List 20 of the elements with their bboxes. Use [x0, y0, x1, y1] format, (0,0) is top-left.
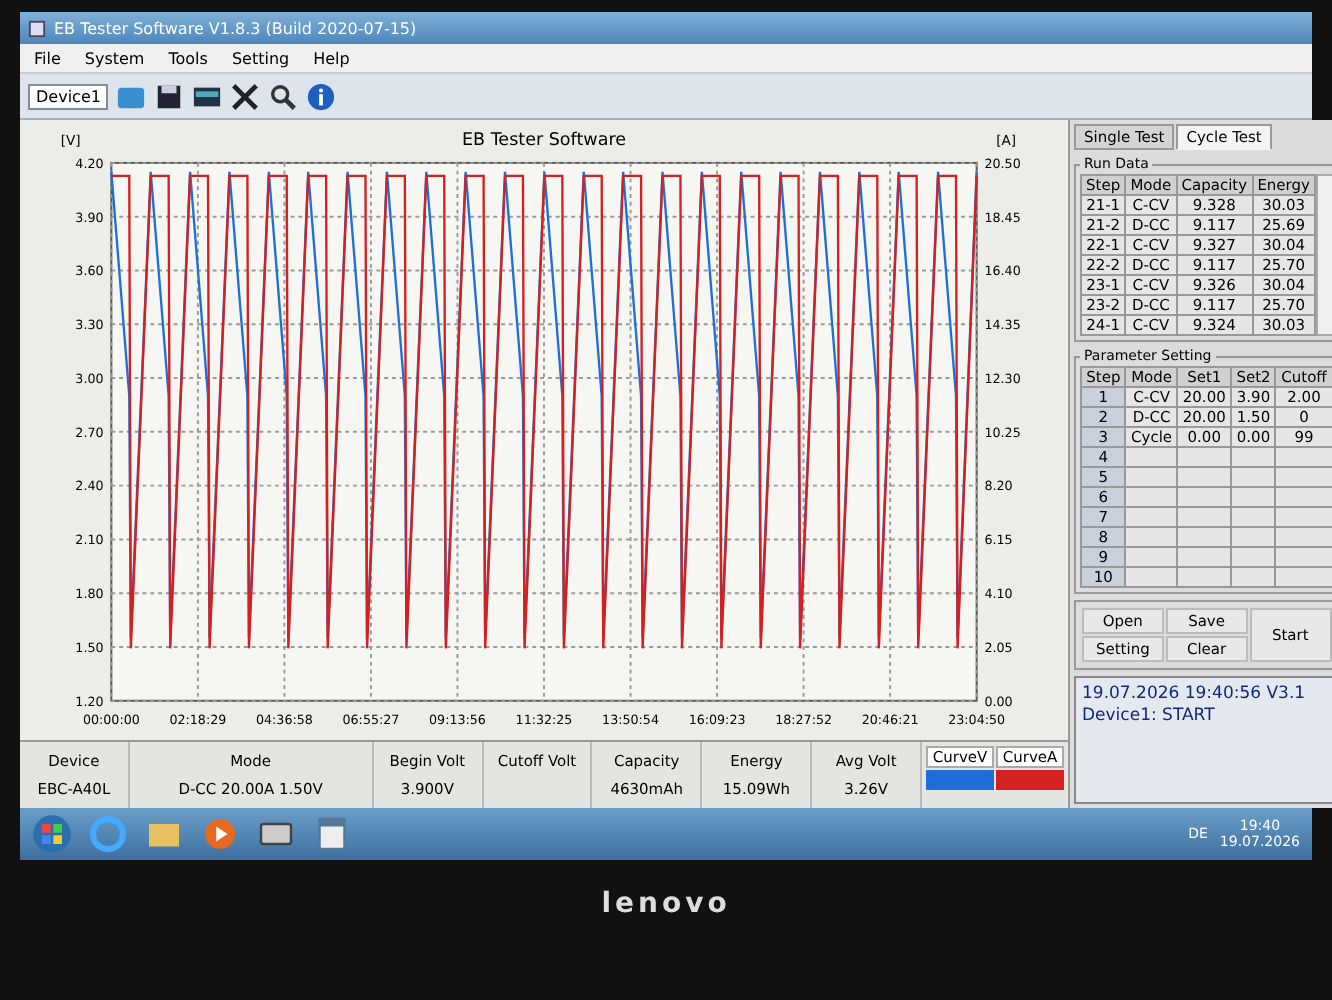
media-player-icon[interactable] — [200, 814, 240, 854]
app-icon — [28, 19, 46, 37]
scrollbar[interactable] — [1316, 174, 1332, 336]
window-title: EB Tester Software V1.8.3 (Build 2020-07-15) — [54, 19, 417, 37]
brand-logo: lenovo — [601, 888, 731, 920]
info-icon[interactable] — [306, 81, 337, 111]
log-line: 19.07.2026 19:40:56 V3.1 — [1082, 684, 1308, 704]
calendar-icon[interactable] — [312, 814, 352, 854]
menu-item[interactable]: Tools — [166, 49, 210, 67]
search-icon[interactable] — [268, 81, 299, 111]
chart-title: EB Tester Software — [461, 131, 627, 152]
menu-item[interactable]: System — [82, 49, 147, 67]
log-line: Device1: START — [1082, 706, 1217, 726]
menu-item[interactable]: Help — [311, 49, 352, 67]
menu-item[interactable]: File — [32, 49, 63, 67]
save-icon[interactable] — [154, 81, 185, 111]
tools-icon[interactable] — [230, 81, 261, 111]
start-icon[interactable] — [32, 814, 72, 854]
menu-item[interactable]: Setting — [229, 49, 292, 67]
device-selector[interactable]: Device1 — [28, 83, 109, 109]
